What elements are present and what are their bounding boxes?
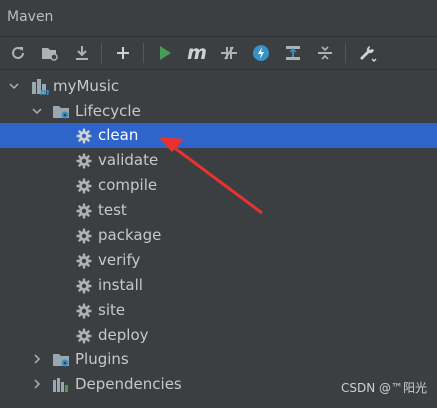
tool-window-title: Maven (7, 9, 54, 25)
tree-row-goal-verify[interactable]: verify (0, 248, 437, 273)
gear-icon (75, 177, 93, 195)
dependencies-library-icon (52, 376, 70, 394)
plugins-folder-icon (52, 351, 70, 369)
add-maven-project-icon[interactable] (38, 41, 62, 65)
goal-label: clean (98, 126, 139, 144)
gear-icon (75, 227, 93, 245)
chevron-right-icon[interactable] (29, 351, 45, 367)
goal-label: compile (98, 176, 158, 194)
download-sources-icon[interactable] (70, 41, 94, 65)
goal-label: validate (98, 151, 159, 169)
tree-row-goal-clean[interactable]: clean (0, 123, 437, 148)
tree-row-goal-compile[interactable]: compile (0, 173, 437, 198)
run-icon[interactable] (153, 41, 177, 65)
tree-row-goal-test[interactable]: test (0, 198, 437, 223)
gear-icon (75, 202, 93, 220)
project-label: myMusic (53, 77, 120, 95)
gear-icon (75, 252, 93, 270)
maven-projects-tree: m myMusic Lifecycle clean validate compi… (0, 70, 437, 408)
maven-toolbar: m (0, 37, 437, 70)
gear-icon (75, 127, 93, 145)
svg-text:m: m (40, 88, 49, 96)
settings-wrench-icon[interactable] (356, 41, 380, 65)
goal-label: deploy (98, 326, 149, 344)
tree-row-goal-site[interactable]: site (0, 298, 437, 323)
tree-row-project[interactable]: m myMusic (0, 74, 437, 99)
toggle-offline-icon[interactable] (217, 41, 241, 65)
chevron-right-icon[interactable] (29, 376, 45, 392)
lifecycle-folder-icon (52, 103, 70, 121)
maven-project-icon: m (31, 78, 49, 96)
show-dependencies-icon[interactable] (281, 41, 305, 65)
chevron-down-icon[interactable] (29, 103, 45, 119)
tree-row-goal-package[interactable]: package (0, 223, 437, 248)
goal-label: install (98, 276, 143, 294)
gear-icon (75, 327, 93, 345)
goal-label: package (98, 226, 162, 244)
execute-goal-icon[interactable]: m (185, 41, 209, 65)
collapse-all-icon[interactable] (313, 41, 337, 65)
watermark: CSDN @™阳光 (340, 381, 427, 395)
skip-tests-icon[interactable] (249, 41, 273, 65)
gear-icon (75, 302, 93, 320)
chevron-down-icon[interactable] (6, 78, 22, 94)
gear-icon (75, 152, 93, 170)
reload-icon[interactable] (6, 41, 30, 65)
gear-icon (75, 277, 93, 295)
toolbar-separator (101, 43, 102, 63)
dependencies-label: Dependencies (75, 375, 182, 393)
tree-row-goal-validate[interactable]: validate (0, 148, 437, 173)
goal-label: site (98, 301, 126, 319)
tool-window-header: Maven (0, 0, 437, 37)
goal-label: verify (98, 251, 141, 269)
tree-row-goal-install[interactable]: install (0, 273, 437, 298)
plugins-label: Plugins (75, 350, 129, 368)
lifecycle-label: Lifecycle (75, 102, 141, 120)
toolbar-separator (345, 43, 346, 63)
add-icon[interactable] (111, 41, 135, 65)
tree-row-plugins[interactable]: Plugins (0, 347, 437, 372)
tree-row-lifecycle[interactable]: Lifecycle (0, 99, 437, 124)
goal-label: test (98, 201, 127, 219)
tree-row-goal-deploy[interactable]: deploy (0, 323, 437, 348)
toolbar-separator (143, 43, 144, 63)
